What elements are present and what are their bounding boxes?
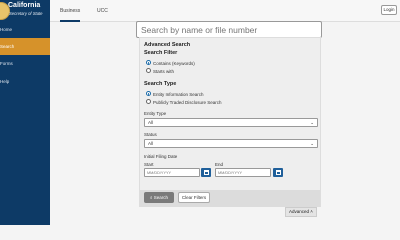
search-input[interactable] [136, 21, 322, 38]
search-filter-title: Search Filter [144, 50, 178, 56]
radio-contains[interactable]: Contains (Keywords) [146, 60, 195, 67]
start-date-input[interactable] [144, 168, 200, 177]
status-label: Status [144, 132, 157, 137]
sidebar-item-label: Search [0, 44, 15, 49]
radio-unchecked-icon [146, 99, 151, 105]
sidebar-item-help[interactable]: Help [0, 74, 50, 90]
top-bar: Business UCC Login [50, 0, 400, 22]
end-date-calendar-button[interactable] [273, 168, 283, 177]
entity-type-label: Entity Type [144, 111, 167, 116]
brand[interactable]: California Secretary of State [0, 0, 50, 22]
start-date-calendar-button[interactable] [201, 168, 211, 177]
clear-filters-button[interactable]: Clear Filters [178, 192, 210, 203]
calendar-icon [203, 170, 209, 175]
radio-checked-icon [146, 60, 151, 66]
brand-title: California [8, 2, 41, 9]
sidebar-item-search[interactable]: Search [0, 38, 50, 55]
advanced-search-title: Advanced Search [144, 42, 191, 48]
radio-label: Contains (Keywords) [153, 61, 195, 66]
calendar-icon [275, 170, 281, 175]
chevron-down-icon: ⌄ [310, 141, 314, 146]
radio-label: Publicly Traded Disclosure Search [153, 100, 222, 105]
radio-entity-information[interactable]: Entity Information Search [146, 91, 204, 98]
sidebar-item-label: Home [0, 27, 13, 32]
status-select[interactable]: All ⌄ [144, 139, 318, 148]
entity-type-value: All [148, 120, 154, 125]
sidebar: California Secretary of State Home Searc… [0, 0, 50, 225]
end-date-label: End [215, 162, 224, 167]
search-button[interactable]: ⌕ Search [144, 192, 174, 203]
tab-business[interactable]: Business [60, 0, 81, 22]
brand-subtitle: Secretary of State [9, 11, 43, 16]
radio-starts-with[interactable]: Starts with [146, 68, 174, 75]
radio-checked-icon [146, 91, 151, 97]
radio-publicly-traded[interactable]: Publicly Traded Disclosure Search [146, 99, 222, 106]
tab-ucc[interactable]: UCC [97, 0, 108, 22]
status-value: All [148, 141, 154, 146]
end-date-input[interactable] [215, 168, 271, 177]
login-button[interactable]: Login [381, 5, 397, 15]
sidebar-item-forms[interactable]: Forms [0, 56, 50, 72]
initial-filing-date-label: Initial Filing Date [144, 154, 178, 159]
radio-unchecked-icon [146, 68, 151, 74]
advanced-toggle-button[interactable]: Advanced ˄ [285, 207, 317, 217]
sidebar-item-label: Help [0, 79, 10, 84]
search-type-title: Search Type [144, 81, 177, 87]
start-date-label: Start [144, 162, 154, 167]
entity-type-select[interactable]: All ⌄ [144, 118, 318, 127]
sidebar-item-home[interactable]: Home [0, 22, 50, 38]
radio-label: Entity Information Search [153, 92, 204, 97]
advanced-search-panel: Advanced Search Search Filter Contains (… [139, 37, 321, 207]
search-button-label: Search [153, 195, 169, 200]
sidebar-item-label: Forms [0, 61, 13, 66]
chevron-down-icon: ⌄ [310, 120, 314, 125]
radio-label: Starts with [153, 69, 175, 74]
search-icon: ⌕ [149, 195, 153, 200]
